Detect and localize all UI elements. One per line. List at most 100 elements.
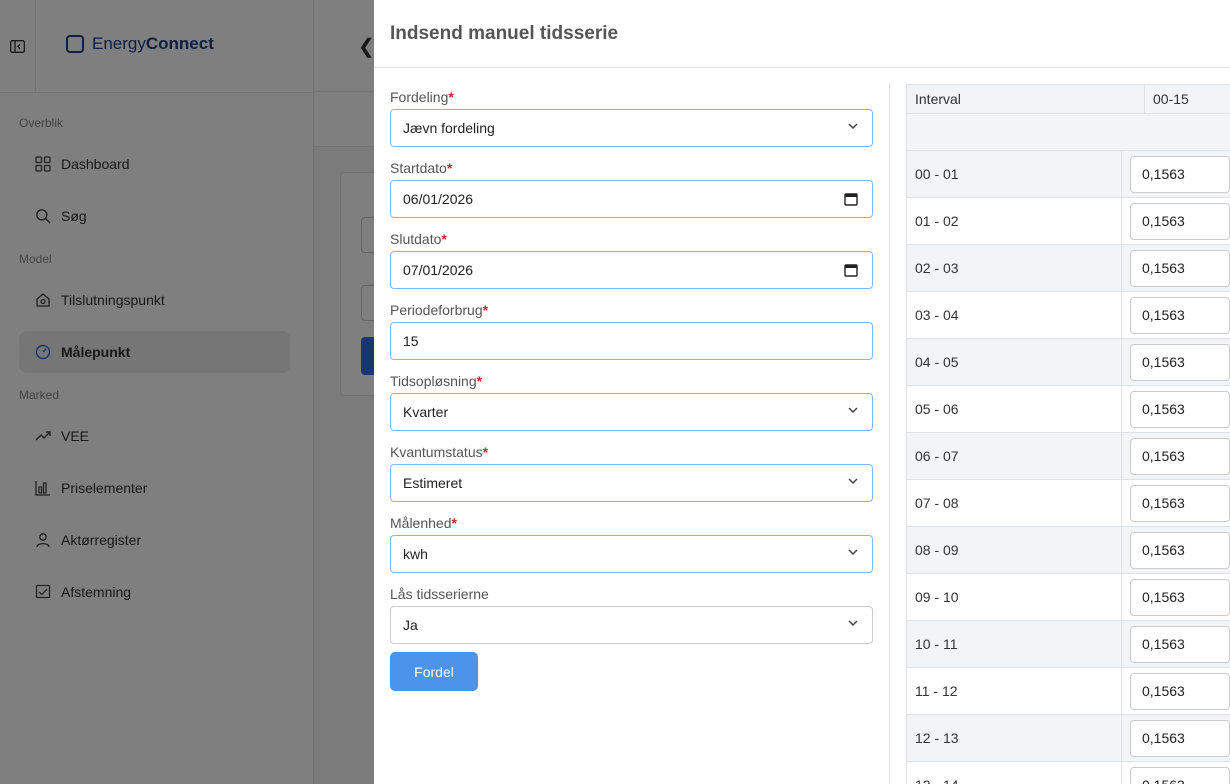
- calendar-icon[interactable]: [844, 263, 858, 277]
- timeseries-grid: Interval 00-15 00 - 01 0,1563 01 - 02 0,156…: [906, 84, 1230, 784]
- quarter-value-input[interactable]: 0,1563: [1130, 484, 1230, 522]
- table-row: 07 - 08 0,1563: [907, 480, 1230, 527]
- interval-cell: 10 - 11: [907, 621, 1122, 667]
- interval-cell: 11 - 12: [907, 668, 1122, 714]
- select-value: kwh: [403, 546, 428, 562]
- table-row: 02 - 03 0,1563: [907, 245, 1230, 292]
- timeseries-form: Fordeling* Jævn fordeling Startdato* 06/…: [390, 84, 873, 691]
- interval-cell: 08 - 09: [907, 527, 1122, 573]
- distribution-field: Fordeling* Jævn fordeling: [390, 84, 873, 155]
- interval-cell: 07 - 08: [907, 480, 1122, 526]
- value-cell: 0,1563: [1122, 762, 1230, 784]
- period-consumption-field: Periodeforbrug* 15: [390, 297, 873, 368]
- interval-cell: 05 - 06: [907, 386, 1122, 432]
- end-date-input[interactable]: 07/01/2026: [390, 251, 873, 289]
- value-cell: 0,1563: [1122, 386, 1230, 432]
- table-row: 12 - 13 0,1563: [907, 715, 1230, 762]
- select-value: Jævn fordeling: [403, 120, 495, 136]
- header-quarter: 00-15: [1153, 91, 1189, 107]
- value-cell: 0,1563: [1122, 621, 1230, 667]
- chevron-down-icon: [848, 123, 858, 130]
- value-cell: 0,1563: [1122, 433, 1230, 479]
- interval-cell: 13 - 14: [907, 762, 1122, 784]
- table-row: 13 - 14 0,1563: [907, 762, 1230, 784]
- interval-cell: 03 - 04: [907, 292, 1122, 338]
- field-label: Kvantumstatus*: [390, 444, 489, 460]
- quarter-value-input[interactable]: 0,1563: [1130, 296, 1230, 334]
- quarter-value-input[interactable]: 0,1563: [1130, 531, 1230, 569]
- submit-timeseries-modal: Indsend manuel tidsserie Fordeling* Jævn…: [374, 0, 1230, 784]
- quantity-status-field: Kvantumstatus* Estimeret: [390, 439, 873, 510]
- quantity-status-select[interactable]: Estimeret: [390, 464, 873, 502]
- quarter-value-input[interactable]: 0,1563: [1130, 343, 1230, 381]
- grid-body: 00 - 01 0,1563 01 - 02 0,1563 02 - 03 0,1563 0…: [907, 151, 1230, 784]
- field-label: Målenhed*: [390, 515, 457, 531]
- input-value: 07/01/2026: [403, 262, 474, 278]
- input-value: 06/01/2026: [403, 191, 474, 207]
- quarter-value-input[interactable]: 0,1563: [1130, 625, 1230, 663]
- resolution-field: Tidsopløsning* Kvarter: [390, 368, 873, 439]
- table-row: 11 - 12 0,1563: [907, 668, 1230, 715]
- value-cell: 0,1563: [1122, 574, 1230, 620]
- table-row: 01 - 02 0,1563: [907, 198, 1230, 245]
- chevron-down-icon: [848, 620, 858, 627]
- value-cell: 0,1563: [1122, 668, 1230, 714]
- quarter-value-input[interactable]: 0,1563: [1130, 437, 1230, 475]
- select-value: Kvarter: [403, 404, 449, 420]
- unit-field: Målenhed* kwh: [390, 510, 873, 581]
- grid-header: Interval 00-15: [907, 84, 1230, 114]
- period-consumption-input[interactable]: 15: [390, 322, 873, 360]
- table-row: 00 - 01 0,1563: [907, 151, 1230, 198]
- value-cell: 0,1563: [1122, 715, 1230, 761]
- quarter-value-input[interactable]: 0,1563: [1130, 202, 1230, 240]
- value-cell: 0,1563: [1122, 292, 1230, 338]
- interval-cell: 02 - 03: [907, 245, 1122, 291]
- interval-cell: 04 - 05: [907, 339, 1122, 385]
- lock-select[interactable]: Ja: [390, 606, 873, 644]
- interval-cell: 06 - 07: [907, 433, 1122, 479]
- unit-select[interactable]: kwh: [390, 535, 873, 573]
- lock-field: Lås tidsserierne Ja: [390, 581, 873, 652]
- select-value: Ja: [403, 617, 418, 633]
- field-label: Tidsopløsning*: [390, 373, 483, 389]
- interval-cell: 12 - 13: [907, 715, 1122, 761]
- value-cell: 0,1563: [1122, 339, 1230, 385]
- quarter-value-input[interactable]: 0,1563: [1130, 249, 1230, 287]
- resolution-select[interactable]: Kvarter: [390, 393, 873, 431]
- quarter-value-input[interactable]: 0,1563: [1130, 719, 1230, 757]
- column-divider: [889, 84, 890, 784]
- value-cell: 0,1563: [1122, 198, 1230, 244]
- start-date-input[interactable]: 06/01/2026: [390, 180, 873, 218]
- value-cell: 0,1563: [1122, 480, 1230, 526]
- distribution-select[interactable]: Jævn fordeling: [390, 109, 873, 147]
- chevron-down-icon: [848, 407, 858, 414]
- chevron-down-icon: [848, 549, 858, 556]
- table-row: 10 - 11 0,1563: [907, 621, 1230, 668]
- input-value: 15: [403, 333, 419, 349]
- quarter-value-input[interactable]: 0,1563: [1130, 390, 1230, 428]
- modal-header: Indsend manuel tidsserie: [374, 0, 1230, 68]
- calendar-icon[interactable]: [844, 192, 858, 206]
- table-row: 03 - 04 0,1563: [907, 292, 1230, 339]
- quarter-value-input[interactable]: 0,1563: [1130, 672, 1230, 710]
- grid-filter-row: [907, 114, 1230, 151]
- end-date-field: Slutdato* 07/01/2026: [390, 226, 873, 297]
- quarter-value-input[interactable]: 0,1563: [1130, 155, 1230, 193]
- header-interval: Interval: [907, 85, 1145, 113]
- table-row: 04 - 05 0,1563: [907, 339, 1230, 386]
- table-row: 05 - 06 0,1563: [907, 386, 1230, 433]
- value-cell: 0,1563: [1122, 527, 1230, 573]
- chevron-down-icon: [848, 478, 858, 485]
- value-cell: 0,1563: [1122, 245, 1230, 291]
- quarter-value-input[interactable]: 0,1563: [1130, 578, 1230, 616]
- field-label: Fordeling*: [390, 89, 454, 105]
- field-label: Lås tidsserierne: [390, 586, 489, 602]
- table-row: 06 - 07 0,1563: [907, 433, 1230, 480]
- value-cell: 0,1563: [1122, 151, 1230, 197]
- distribute-button[interactable]: Fordel: [390, 652, 478, 691]
- field-label: Startdato*: [390, 160, 453, 176]
- select-value: Estimeret: [403, 475, 463, 491]
- interval-cell: 09 - 10: [907, 574, 1122, 620]
- quarter-value-input[interactable]: 0,1563: [1130, 766, 1230, 784]
- interval-cell: 01 - 02: [907, 198, 1122, 244]
